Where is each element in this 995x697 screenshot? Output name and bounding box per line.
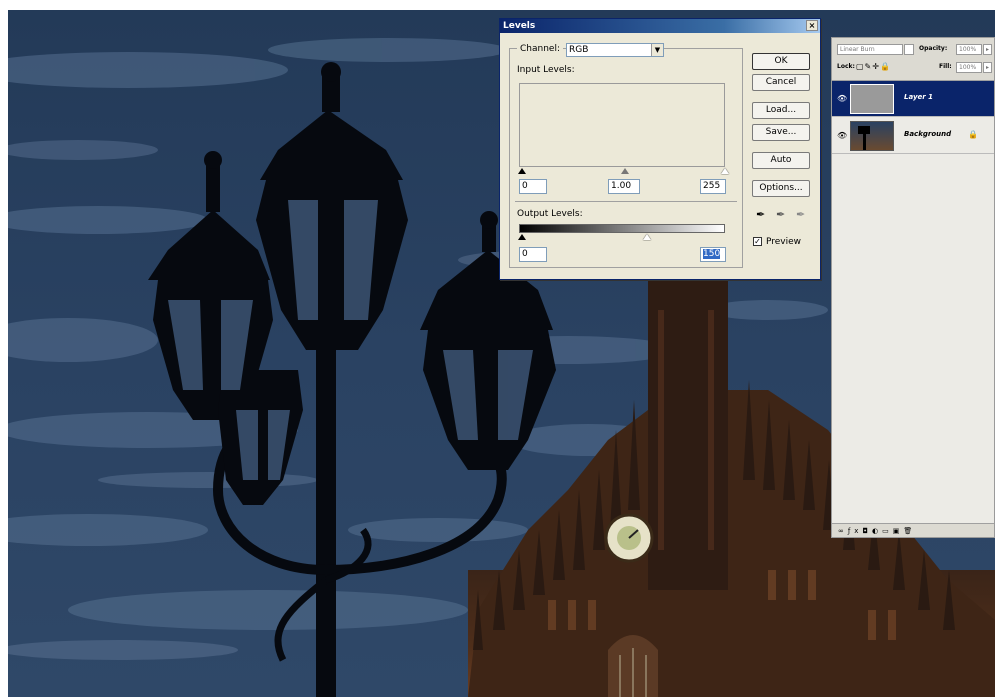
- layer-thumbnail: [850, 84, 894, 114]
- output-gradient: [519, 224, 725, 233]
- mask-icon[interactable]: ◘: [862, 527, 872, 535]
- link-icon[interactable]: ∞: [838, 527, 848, 535]
- eye-icon[interactable]: 👁: [837, 131, 847, 140]
- preview-checkbox[interactable]: ✓: [753, 237, 762, 246]
- cancel-button[interactable]: Cancel: [752, 74, 810, 91]
- layer-name: Layer 1: [904, 93, 934, 101]
- adjustment-icon[interactable]: ◐: [872, 527, 882, 535]
- output-levels-label: Output Levels:: [517, 209, 583, 219]
- channel-select[interactable]: RGB ▼: [566, 43, 664, 57]
- channel-label: Channel:: [517, 44, 563, 54]
- layer-row-layer-1[interactable]: 👁 Layer 1: [832, 81, 994, 117]
- input-gamma-field[interactable]: 1.00: [608, 179, 640, 194]
- channel-value: RGB: [569, 45, 589, 55]
- blend-mode-select[interactable]: Linear Burn: [837, 44, 903, 55]
- input-white-field[interactable]: 255: [700, 179, 726, 194]
- black-eyedropper-icon[interactable]: ✒: [756, 208, 765, 221]
- gray-eyedropper-icon[interactable]: ✒: [776, 208, 785, 221]
- levels-dialog: Levels × Channel: RGB ▼ Input Levels: 0 …: [499, 18, 821, 280]
- opacity-label: Opacity:: [919, 45, 948, 52]
- options-button[interactable]: Options...: [752, 180, 810, 197]
- output-white-slider[interactable]: [643, 234, 651, 240]
- layers-panel: Linear Burn Opacity: 100% ▸ Lock: ▢✎✛🔒 F…: [831, 37, 995, 538]
- layer-thumbnail: [850, 121, 894, 151]
- input-levels-label: Input Levels:: [517, 65, 575, 75]
- layers-panel-header: Linear Burn Opacity: 100% ▸ Lock: ▢✎✛🔒 F…: [832, 38, 994, 81]
- dialog-titlebar[interactable]: Levels ×: [500, 19, 820, 33]
- lock-icons[interactable]: ▢✎✛🔒: [856, 62, 891, 71]
- lock-icon: 🔒: [968, 130, 978, 139]
- eye-icon[interactable]: 👁: [837, 94, 847, 103]
- fill-label: Fill:: [939, 63, 952, 70]
- ok-button[interactable]: OK: [752, 53, 810, 70]
- input-black-field[interactable]: 0: [519, 179, 547, 194]
- chevron-down-icon: ▼: [651, 44, 663, 56]
- lamppost-thumbnail-icon: [858, 126, 870, 150]
- output-white-field[interactable]: 150: [700, 247, 726, 262]
- dialog-title: Levels: [503, 21, 536, 31]
- layer-row-background[interactable]: 👁 Background 🔒: [832, 118, 994, 154]
- output-black-slider[interactable]: [518, 234, 526, 240]
- white-eyedropper-icon[interactable]: ✒: [796, 208, 805, 221]
- divider: [515, 201, 737, 202]
- new-layer-icon[interactable]: ▣: [893, 527, 904, 535]
- save-button[interactable]: Save...: [752, 124, 810, 141]
- fill-arrow-icon[interactable]: ▸: [983, 62, 992, 73]
- input-black-slider[interactable]: [518, 168, 526, 174]
- close-icon[interactable]: ×: [806, 20, 818, 31]
- auto-button[interactable]: Auto: [752, 152, 810, 169]
- output-black-field[interactable]: 0: [519, 247, 547, 262]
- opacity-arrow-icon[interactable]: ▸: [983, 44, 992, 55]
- layers-panel-footer: ∞ƒx◘◐▭▣🗑: [832, 523, 994, 537]
- folder-icon[interactable]: ▭: [882, 527, 893, 535]
- trash-icon[interactable]: 🗑: [903, 527, 916, 535]
- preview-label: Preview: [766, 237, 802, 247]
- fx-icon[interactable]: ƒx: [848, 527, 863, 535]
- layer-name: Background: [904, 130, 952, 138]
- opacity-field[interactable]: 100%: [956, 44, 982, 55]
- chevron-down-icon[interactable]: [904, 44, 914, 55]
- fill-field[interactable]: 100%: [956, 62, 982, 73]
- lock-label: Lock:: [837, 63, 855, 70]
- load-button[interactable]: Load...: [752, 102, 810, 119]
- histogram: [519, 83, 725, 167]
- input-white-slider[interactable]: [721, 168, 729, 174]
- input-gamma-slider[interactable]: [621, 168, 629, 174]
